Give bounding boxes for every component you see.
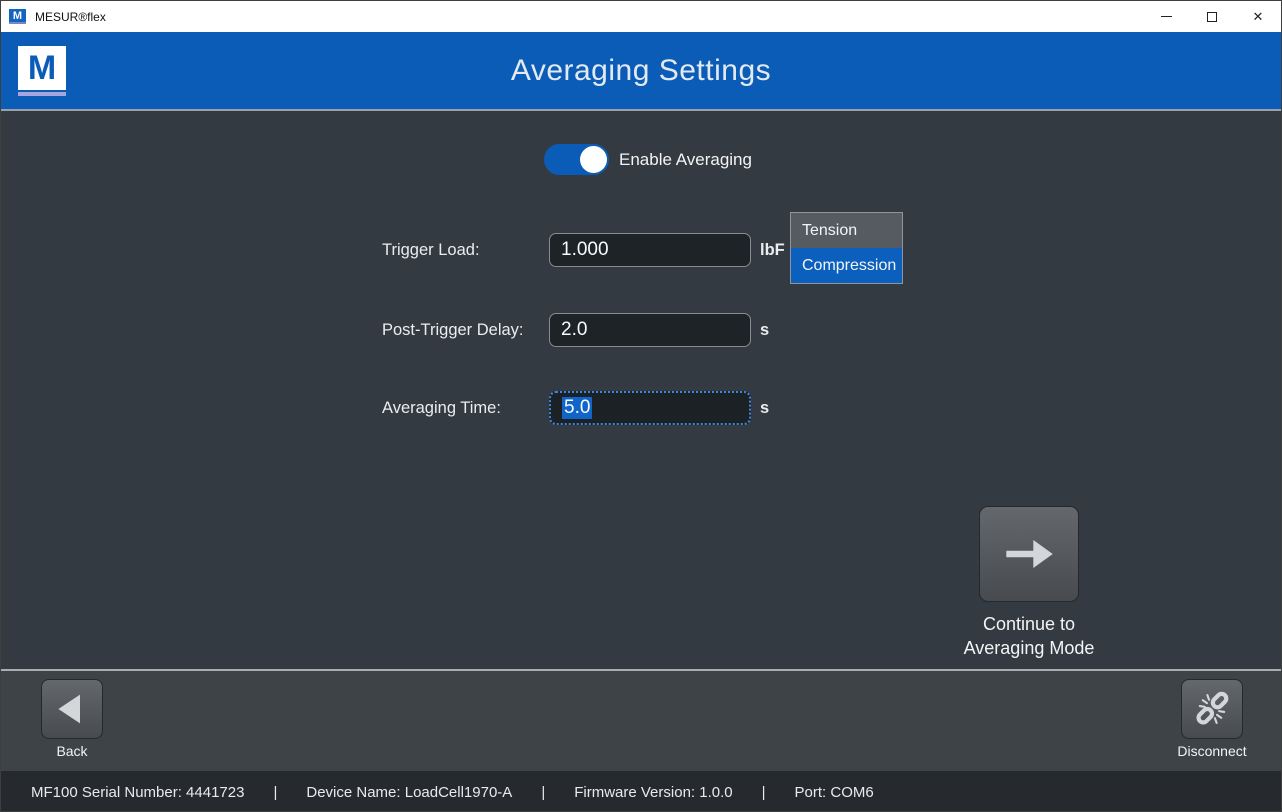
status-separator: | [762,784,766,801]
app-logo-icon: M [9,9,26,24]
minimize-icon [1161,16,1172,17]
arrow-left-icon [52,689,92,729]
direction-option-tension[interactable]: Tension [791,213,902,248]
averaging-time-value: 5.0 [562,397,592,419]
status-serial-number: MF100 Serial Number: 4441723 [31,784,244,801]
disconnect-button[interactable] [1181,679,1243,739]
status-bar: MF100 Serial Number: 4441723 | Device Na… [1,771,1281,812]
post-trigger-delay-label: Post-Trigger Delay: [382,321,524,340]
continue-label-line1: Continue to [929,612,1129,636]
window-controls: ✕ [1143,1,1281,32]
status-device-name: Device Name: LoadCell1970-A [306,784,512,801]
trigger-load-value: 1.000 [561,239,609,261]
page-header: M Averaging Settings [1,32,1281,111]
brand-logo-underline [18,92,66,96]
direction-selector: Tension Compression [790,212,903,284]
app-window: M MESUR®flex ✕ M Averaging Settings Enab… [0,0,1282,812]
close-button[interactable]: ✕ [1235,1,1281,32]
post-trigger-delay-value: 2.0 [561,319,587,341]
post-trigger-delay-unit: s [760,321,769,340]
trigger-load-unit: lbF [760,241,785,260]
maximize-button[interactable] [1189,1,1235,32]
status-separator: | [273,784,277,801]
window-title: MESUR®flex [35,10,106,24]
post-trigger-delay-input[interactable]: 2.0 [549,313,751,347]
maximize-icon [1207,12,1217,22]
continue-to-averaging-mode-button[interactable] [979,506,1079,602]
enable-averaging-toggle[interactable] [544,144,609,175]
status-port: Port: COM6 [795,784,874,801]
trigger-load-label: Trigger Load: [382,241,480,260]
enable-averaging-label: Enable Averaging [619,150,752,170]
status-firmware-version: Firmware Version: 1.0.0 [574,784,732,801]
status-separator: | [541,784,545,801]
titlebar: M MESUR®flex ✕ [1,1,1281,32]
broken-link-icon [1191,688,1233,730]
footer-toolbar [1,669,1281,771]
disconnect-button-label: Disconnect [1156,743,1268,759]
back-button-label: Back [41,743,103,759]
continue-label-line2: Averaging Mode [929,636,1129,660]
close-icon: ✕ [1253,10,1264,23]
averaging-time-input[interactable]: 5.0 [549,391,751,425]
toggle-knob [580,146,607,173]
app-logo-letter: M [13,10,22,22]
continue-button-label: Continue to Averaging Mode [929,612,1129,660]
trigger-load-input[interactable]: 1.000 [549,233,751,267]
back-button[interactable] [41,679,103,739]
averaging-time-label: Averaging Time: [382,399,501,418]
minimize-button[interactable] [1143,1,1189,32]
direction-option-compression[interactable]: Compression [791,248,902,283]
averaging-time-unit: s [760,399,769,418]
page-title: Averaging Settings [1,54,1281,88]
arrow-right-icon [996,527,1062,581]
